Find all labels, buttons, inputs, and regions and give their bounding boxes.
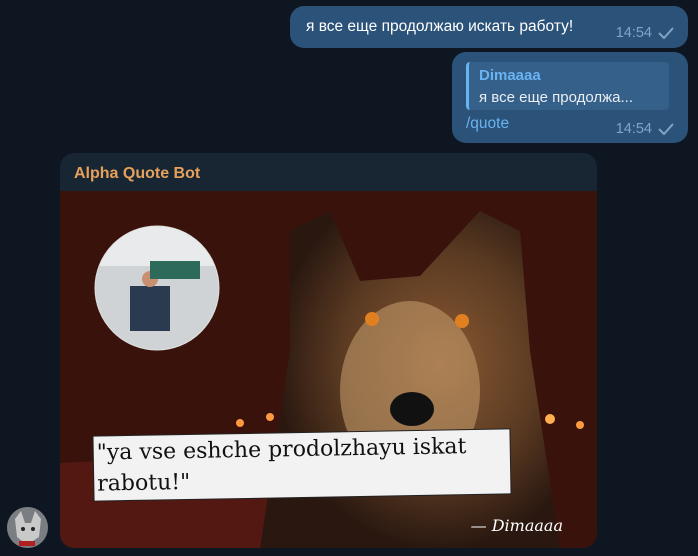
quote-image[interactable]: "ya vse eshche prodolzhayu iskat rabotu!… bbox=[60, 191, 597, 548]
outgoing-command-message[interactable]: Dimaaaa я все еще продолжа... /quote 14:… bbox=[452, 52, 688, 143]
message-time: 14:54 bbox=[615, 25, 652, 41]
message-time: 14:54 bbox=[615, 121, 652, 137]
read-check-icon bbox=[658, 123, 674, 135]
bot-message[interactable]: Alpha Quote Bot "ya vse eshche prodolzha… bbox=[60, 153, 597, 548]
message-meta: 14:54 bbox=[616, 121, 674, 137]
bot-sender-name[interactable]: Alpha Quote Bot bbox=[74, 165, 200, 183]
message-meta: 14:54 bbox=[616, 25, 674, 41]
quote-text-content: "ya vse eshche prodolzhayu iskat rabotu!… bbox=[93, 429, 511, 501]
reply-preview[interactable]: Dimaaaa я все еще продолжа... bbox=[466, 62, 669, 110]
reply-author: Dimaaaa bbox=[479, 67, 541, 84]
quote-signature: — Dimaaaa bbox=[470, 516, 563, 535]
quote-text: "ya vse eshche prodolzhayu iskat rabotu!… bbox=[93, 429, 514, 501]
read-check-icon bbox=[658, 27, 674, 39]
command-text[interactable]: /quote bbox=[466, 115, 509, 133]
message-text: я все еще продолжаю искать работу! bbox=[306, 18, 574, 35]
wolf-avatar-icon[interactable] bbox=[7, 507, 48, 548]
reply-snippet: я все еще продолжа... bbox=[479, 89, 633, 106]
outgoing-message[interactable]: я все еще продолжаю искать работу! 14:54 bbox=[290, 6, 688, 48]
